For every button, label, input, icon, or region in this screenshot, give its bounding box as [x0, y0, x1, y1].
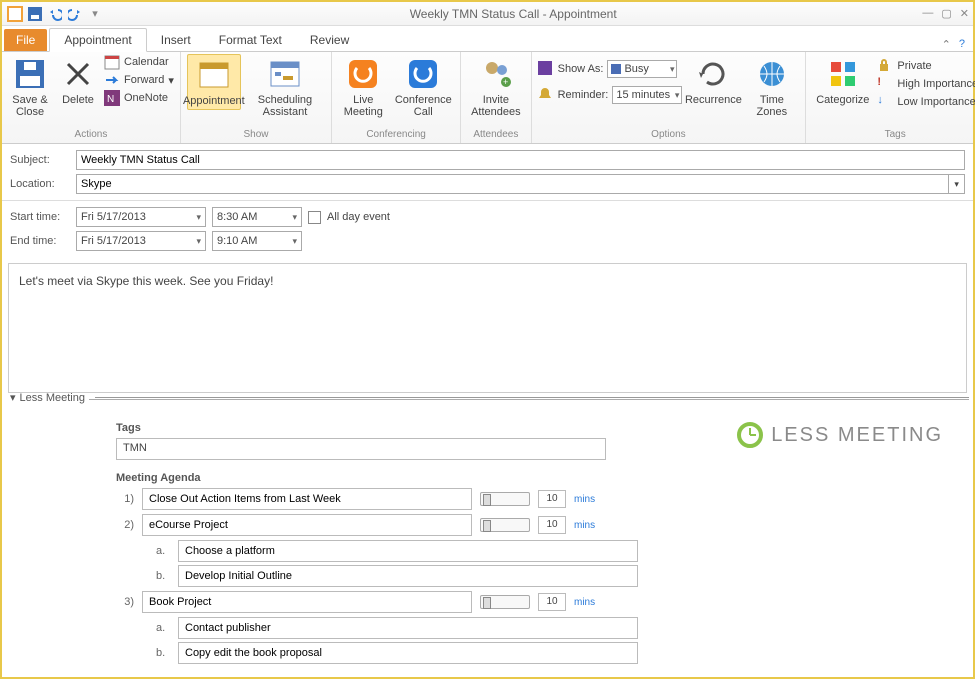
agenda-mins[interactable]: 10: [538, 490, 566, 508]
maximize-button[interactable]: ▢: [941, 7, 951, 20]
outlook-icon: [6, 5, 24, 23]
showas-icon: [538, 61, 554, 77]
reminder-label: Reminder:: [558, 89, 609, 101]
time-fields: Start time: Fri 5/17/2013 8:30 AM All da…: [2, 201, 973, 257]
allday-checkbox[interactable]: [308, 211, 321, 224]
tags-input[interactable]: TMN: [116, 438, 606, 460]
redo-icon[interactable]: [66, 5, 84, 23]
start-date-input[interactable]: Fri 5/17/2013: [76, 207, 206, 227]
undo-icon[interactable]: [46, 5, 64, 23]
reminder-icon: [538, 87, 554, 103]
live-meeting-button[interactable]: Live Meeting: [338, 54, 388, 120]
agenda-mins[interactable]: 10: [538, 516, 566, 534]
qat-more-icon[interactable]: ▾: [86, 5, 104, 23]
agenda-subitem-input[interactable]: [178, 617, 638, 639]
help-icon[interactable]: ?: [959, 38, 965, 50]
agenda-item: 1) 10 mins: [116, 488, 945, 510]
tab-insert[interactable]: Insert: [147, 29, 205, 51]
agenda-slider[interactable]: [480, 518, 530, 532]
group-tags: Categorize Private !High Importance ↓Low…: [806, 52, 975, 143]
less-meeting-logo: LESS MEETING: [737, 422, 943, 448]
appointment-button[interactable]: Appointment: [187, 54, 241, 110]
end-date-input[interactable]: Fri 5/17/2013: [76, 231, 206, 251]
agenda-subitem-input[interactable]: [178, 642, 638, 664]
svg-text:N: N: [107, 94, 114, 105]
scheduling-assistant-button[interactable]: Scheduling Assistant: [245, 54, 325, 120]
delete-button[interactable]: Delete: [56, 54, 100, 108]
location-dropdown-icon[interactable]: ▾: [949, 174, 965, 194]
subject-input[interactable]: [76, 150, 965, 170]
minimize-button[interactable]: —: [922, 7, 933, 20]
conference-call-button[interactable]: Conference Call: [392, 54, 454, 120]
group-attendees: + Invite Attendees Attendees: [461, 52, 532, 143]
window-title: Weekly TMN Status Call - Appointment: [104, 7, 922, 21]
agenda-mins[interactable]: 10: [538, 593, 566, 611]
lock-icon: [877, 58, 893, 74]
time-zones-button[interactable]: Time Zones: [744, 54, 799, 120]
tab-format-text[interactable]: Format Text: [205, 29, 296, 51]
titlebar: ▾ Weekly TMN Status Call - Appointment —…: [2, 2, 973, 26]
high-importance-button[interactable]: !High Importance: [877, 76, 975, 92]
less-meeting-header: Less Meeting: [20, 392, 85, 404]
agenda-title-input[interactable]: [142, 514, 472, 536]
reminder-dropdown[interactable]: 15 minutes: [612, 86, 682, 104]
agenda-subitem-input[interactable]: [178, 565, 638, 587]
showas-label: Show As:: [558, 63, 604, 75]
low-importance-icon: ↓: [877, 94, 893, 110]
agenda-subitem: b.: [156, 642, 945, 664]
save-icon[interactable]: [26, 5, 44, 23]
agenda-item: 3) 10 mins: [116, 591, 945, 613]
forward-button[interactable]: Forward ▾: [104, 72, 174, 88]
appointment-fields: Subject: Location: ▾: [2, 144, 973, 201]
end-time-input[interactable]: 9:10 AM: [212, 231, 302, 251]
tab-appointment[interactable]: Appointment: [49, 28, 146, 52]
calendar-button[interactable]: Calendar: [104, 54, 174, 70]
low-importance-button[interactable]: ↓Low Importance: [877, 94, 975, 110]
agenda-item: 2) 10 mins: [116, 514, 945, 536]
group-conferencing: Live Meeting Conference Call Conferencin…: [332, 52, 461, 143]
ribbon-collapse-icon[interactable]: ⌃: [942, 38, 951, 51]
end-label: End time:: [10, 235, 68, 247]
allday-label: All day event: [327, 211, 390, 223]
agenda-subitem: b.: [156, 565, 945, 587]
showas-dropdown[interactable]: Busy: [607, 60, 677, 78]
agenda-subitem: a.: [156, 617, 945, 639]
categorize-button[interactable]: Categorize: [812, 54, 873, 108]
location-input[interactable]: [76, 174, 949, 194]
agenda-label: Meeting Agenda: [116, 472, 945, 484]
close-button[interactable]: ✕: [960, 7, 969, 20]
group-show: Appointment Scheduling Assistant Show: [181, 52, 332, 143]
recurrence-button[interactable]: Recurrence: [686, 54, 740, 108]
agenda-slider[interactable]: [480, 492, 530, 506]
ribbon-tabs: File Appointment Insert Format Text Revi…: [2, 26, 973, 52]
quick-access-toolbar: ▾: [6, 5, 104, 23]
tab-file[interactable]: File: [4, 29, 47, 51]
onenote-button[interactable]: NOneNote: [104, 90, 174, 106]
private-button[interactable]: Private: [877, 58, 975, 74]
agenda-subitem: a.: [156, 540, 945, 562]
start-label: Start time:: [10, 211, 68, 223]
svg-text:+: +: [503, 77, 508, 87]
subject-label: Subject:: [10, 154, 68, 166]
agenda-title-input[interactable]: [142, 488, 472, 510]
ribbon: Save & Close Delete Calendar Forward ▾ N…: [2, 52, 973, 144]
group-actions: Save & Close Delete Calendar Forward ▾ N…: [2, 52, 181, 143]
save-close-button[interactable]: Save & Close: [8, 54, 52, 120]
group-options: Show As: Busy Reminder: 15 minutes Recur…: [532, 52, 807, 143]
agenda-slider[interactable]: [480, 595, 530, 609]
high-importance-icon: !: [877, 76, 893, 92]
tab-review[interactable]: Review: [296, 29, 363, 51]
clock-icon: [737, 422, 763, 448]
agenda-title-input[interactable]: [142, 591, 472, 613]
invite-attendees-button[interactable]: + Invite Attendees: [467, 54, 525, 120]
agenda-subitem-input[interactable]: [178, 540, 638, 562]
appointment-body[interactable]: Let's meet via Skype this week. See you …: [8, 263, 967, 393]
location-label: Location:: [10, 178, 68, 190]
start-time-input[interactable]: 8:30 AM: [212, 207, 302, 227]
